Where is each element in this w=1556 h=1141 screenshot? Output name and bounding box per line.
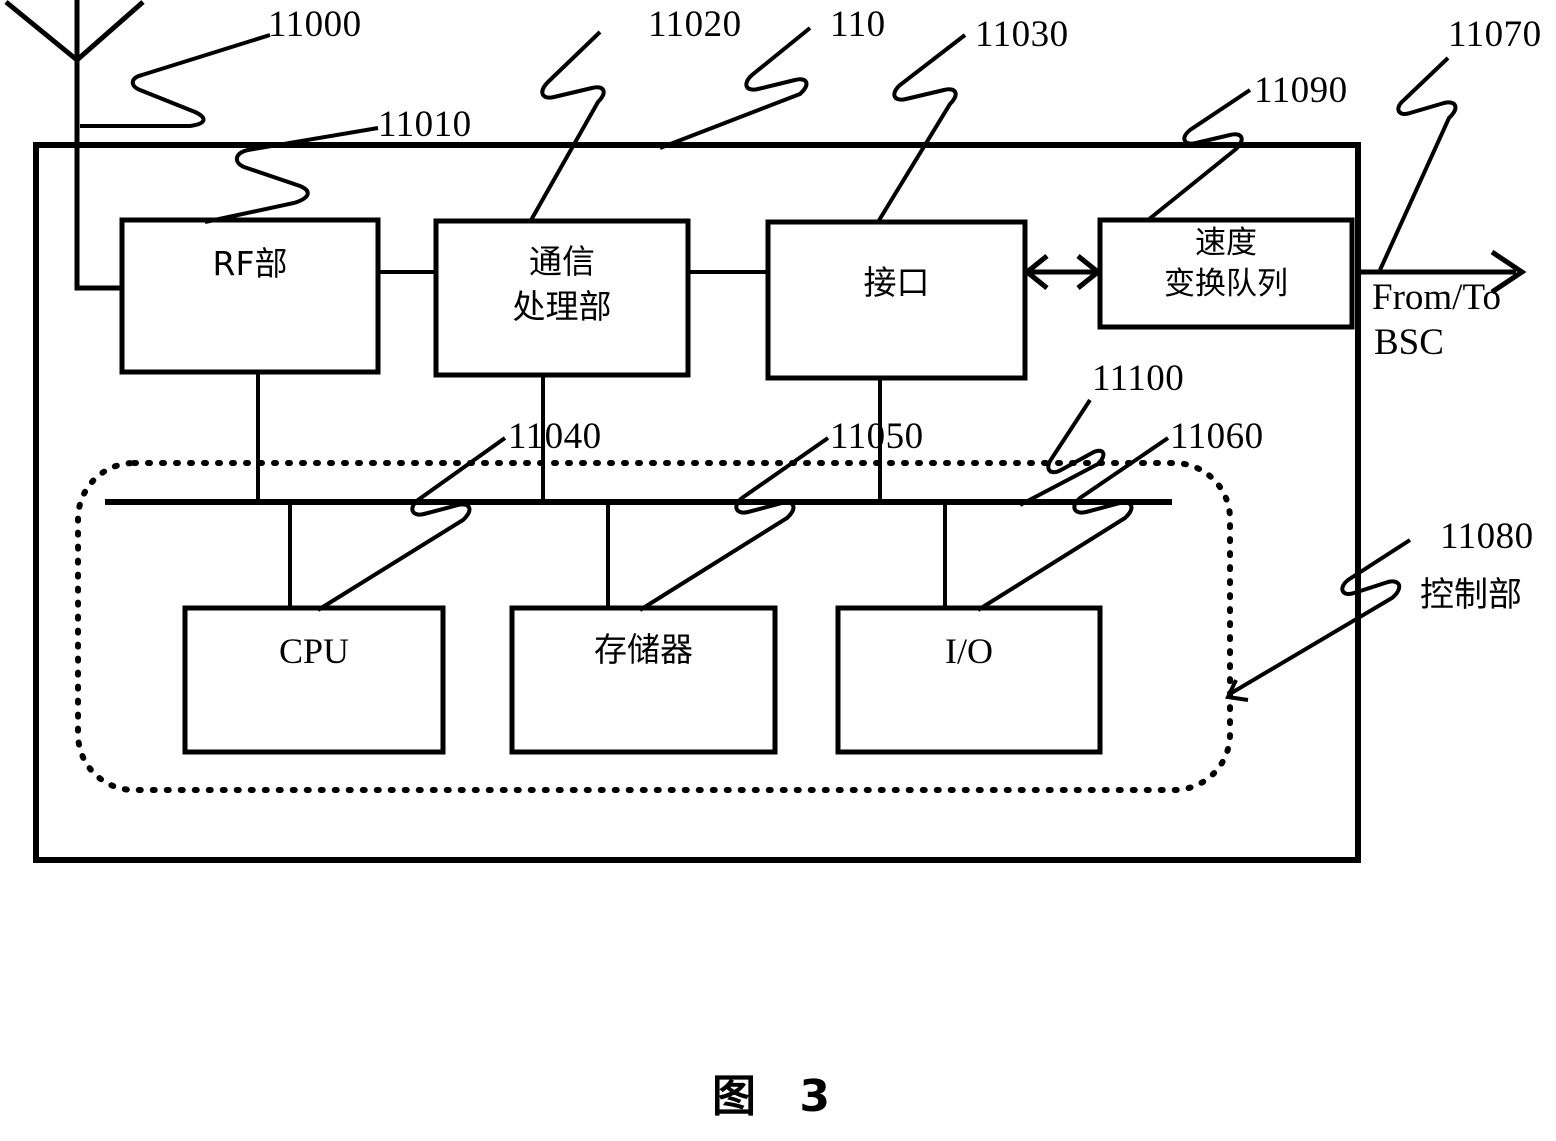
leader-110 <box>659 26 812 150</box>
ref-label-antenna: 11000 <box>268 4 362 45</box>
leader-11000 <box>80 33 271 128</box>
rate-queue-label-line2: 变换队列 <box>1164 265 1288 302</box>
comm-processor-label-line2: 处理部 <box>512 286 612 326</box>
ref-label-interface: 11030 <box>975 14 1069 55</box>
rate-queue-label-line1: 速度 <box>1195 225 1257 261</box>
rf-unit-box <box>119 217 381 375</box>
ref-label-bus: 11100 <box>1092 358 1185 399</box>
ref-label-cpu: 11040 <box>508 416 602 457</box>
leader-11080 <box>1226 538 1412 697</box>
ref-label-base-station: 110 <box>830 4 886 45</box>
ref-label-rf-unit: 11010 <box>378 104 472 145</box>
ref-label-bsc-link: 11070 <box>1448 14 1542 55</box>
figure-caption: 图 3 <box>712 1071 844 1122</box>
rate-queue-label: 速度 变换队列 <box>1100 225 1352 302</box>
comm-processor-label-line1: 通信 <box>529 242 595 281</box>
ref-label-memory: 11050 <box>830 416 924 457</box>
memory-label: 存储器 <box>594 630 693 669</box>
ref-label-rate-queue: 11090 <box>1254 70 1348 111</box>
ref-label-comm-processor: 11020 <box>648 4 742 45</box>
leader-11090 <box>1146 88 1252 222</box>
cpu-label: CPU <box>278 631 350 671</box>
leader-11070 <box>1378 56 1458 271</box>
comm-processor-label: 通信 处理部 <box>436 242 688 327</box>
link-interface-to-queue-bidirectional <box>1022 254 1103 290</box>
bsc-link-label-line2: BSC <box>1374 322 1444 363</box>
ref-label-io: 11060 <box>1170 416 1264 457</box>
leader-11030 <box>876 33 967 224</box>
control-unit-label: 控制部 <box>1420 575 1522 615</box>
patent-figure-3: 11000 11010 11020 110 11030 11090 11070 … <box>0 0 1556 1141</box>
ref-label-control-unit: 11080 <box>1440 516 1534 557</box>
bsc-link-label-line1: From/To <box>1372 277 1501 318</box>
figure-line-art <box>4 0 1527 863</box>
rf-unit-label: RF部 <box>212 244 288 283</box>
leader-11020 <box>528 30 606 223</box>
interface-label: 接口 <box>863 263 930 302</box>
io-label: I/O <box>945 631 993 671</box>
